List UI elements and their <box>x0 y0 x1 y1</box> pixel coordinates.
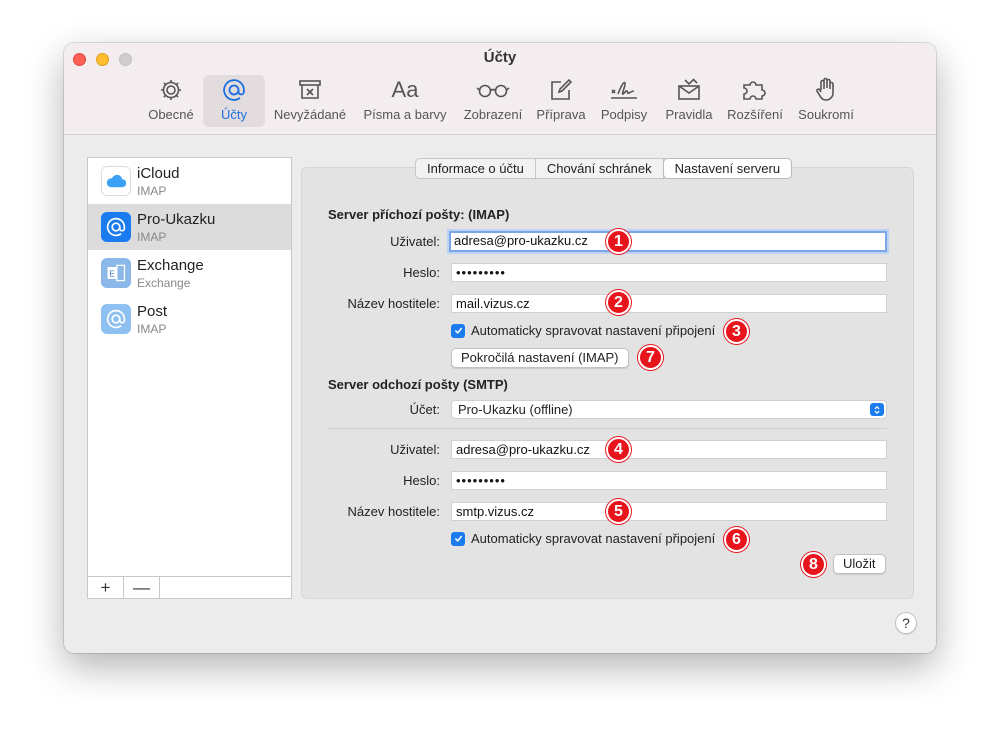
tab-bar: Informace o účtu Chování schránek Nastav… <box>415 158 793 179</box>
toolbar-item-extensions[interactable]: Rozšíření <box>724 75 786 127</box>
toolbar-item-composing[interactable]: Příprava <box>532 75 590 127</box>
at-icon <box>101 212 131 242</box>
add-account-button[interactable]: + <box>88 577 124 598</box>
incoming-password-field[interactable]: ••••••••• <box>451 263 887 282</box>
annotation-marker-2: 2 <box>606 290 631 315</box>
outgoing-auto-settings-label: Automaticky spravovat nastavení připojen… <box>471 531 716 546</box>
glasses-icon <box>476 75 510 105</box>
outgoing-password-label: Heslo: <box>403 473 440 488</box>
toolbar-label: Zobrazení <box>463 107 523 122</box>
tab-account-info[interactable]: Informace o účtu <box>416 159 536 178</box>
account-type: IMAP <box>137 184 167 198</box>
server-settings-panel: Informace o účtu Chování schránek Nastav… <box>301 158 914 599</box>
remove-account-button[interactable]: — <box>124 577 160 598</box>
signature-icon <box>609 75 639 105</box>
toolbar-item-accounts[interactable]: Účty <box>203 75 265 127</box>
toolbar-item-signatures[interactable]: Podpisy <box>594 75 654 127</box>
accounts-sidebar: iCloud IMAP Pro-Ukazku IMAP E Exchange E… <box>87 157 292 599</box>
sidebar-toolbar: + — <box>88 576 291 598</box>
window-title: Účty <box>483 49 517 66</box>
account-name: Exchange <box>137 257 204 274</box>
account-type: IMAP <box>137 230 167 244</box>
toolbar-label: Rozšíření <box>727 107 783 122</box>
outgoing-host-label: Název hostitele: <box>347 504 441 519</box>
compose-icon <box>548 75 574 105</box>
outgoing-host-field[interactable]: smtp.vizus.cz <box>451 502 887 521</box>
account-item-post[interactable]: Post IMAP <box>88 296 291 342</box>
toolbar-label: Podpisy <box>600 107 648 122</box>
outgoing-user-field[interactable]: adresa@pro-ukazku.cz <box>451 440 887 459</box>
rules-icon <box>676 75 702 105</box>
hand-icon <box>813 75 839 105</box>
checkmark-icon <box>451 323 465 338</box>
incoming-user-label: Uživatel: <box>390 234 440 249</box>
toolbar-item-junk[interactable]: Nevyžádané <box>270 75 350 127</box>
toolbar-item-fonts[interactable]: Aa Písma a barvy <box>358 75 452 127</box>
gear-icon <box>158 75 184 105</box>
outgoing-account-value: Pro-Ukazku (offline) <box>458 402 573 417</box>
incoming-password-label: Heslo: <box>403 265 440 280</box>
incoming-user-field[interactable]: adresa@pro-ukazku.cz <box>449 231 887 252</box>
account-type: Exchange <box>137 276 191 290</box>
advanced-imap-button[interactable]: Pokročilá nastavení (IMAP) <box>451 348 629 368</box>
toolbar-item-general[interactable]: Obecné <box>140 75 202 127</box>
annotation-marker-6: 6 <box>724 527 749 552</box>
toolbar-label: Účty <box>221 107 247 122</box>
section-divider <box>328 428 887 429</box>
account-item-icloud[interactable]: iCloud IMAP <box>88 158 291 204</box>
toolbar-item-viewing[interactable]: Zobrazení <box>458 75 528 127</box>
incoming-section-title: Server příchozí pošty: (IMAP) <box>328 207 510 222</box>
annotation-marker-5: 5 <box>606 499 631 524</box>
tab-mailbox-behaviors[interactable]: Chování schránek <box>536 159 664 178</box>
toolbar-label: Písma a barvy <box>363 107 447 122</box>
toolbar-label: Příprava <box>536 107 586 122</box>
at-icon <box>101 304 131 334</box>
incoming-auto-settings-label: Automaticky spravovat nastavení připojen… <box>471 323 716 338</box>
exchange-icon: E <box>101 258 131 288</box>
at-icon <box>221 75 247 105</box>
help-button[interactable]: ? <box>895 612 917 634</box>
annotation-marker-7: 7 <box>638 345 663 370</box>
account-type: IMAP <box>137 322 167 336</box>
annotation-marker-4: 4 <box>606 437 631 462</box>
checkmark-icon <box>451 531 465 546</box>
font-icon: Aa <box>391 77 419 102</box>
outgoing-account-select[interactable]: Pro-Ukazku (offline) <box>451 400 887 419</box>
icloud-icon <box>101 166 131 196</box>
incoming-host-label: Název hostitele: <box>347 296 441 311</box>
save-button[interactable]: Uložit <box>833 554 886 574</box>
puzzle-icon <box>740 75 770 105</box>
account-item-exchange[interactable]: E Exchange Exchange <box>88 250 291 296</box>
outgoing-account-label: Účet: <box>409 402 440 417</box>
chevron-updown-icon <box>870 403 884 416</box>
toolbar-label: Obecné <box>148 107 194 122</box>
toolbar-label: Pravidla <box>665 107 713 122</box>
account-name: iCloud <box>137 165 180 182</box>
svg-text:E: E <box>109 268 115 278</box>
preferences-window: Účty Obecné Účty Nevyžádané Aa Písma a b… <box>64 43 936 653</box>
outgoing-user-label: Uživatel: <box>390 442 440 457</box>
annotation-marker-1: 1 <box>606 229 631 254</box>
toolbar-item-privacy[interactable]: Soukromí <box>794 75 858 127</box>
toolbar-label: Soukromí <box>798 107 854 122</box>
toolbar-label: Nevyžádané <box>273 107 347 122</box>
account-name: Post <box>137 303 168 320</box>
outgoing-section-title: Server odchozí pošty (SMTP) <box>328 377 508 392</box>
toolbar-item-rules[interactable]: Pravidla <box>658 75 720 127</box>
tab-server-settings[interactable]: Nastavení serveru <box>663 159 792 178</box>
toolbar: Účty Obecné Účty Nevyžádané Aa Písma a b… <box>64 43 936 135</box>
incoming-host-field[interactable]: mail.vizus.cz <box>451 294 887 313</box>
account-name: Pro-Ukazku <box>137 211 216 228</box>
incoming-auto-settings-checkbox[interactable]: Automaticky spravovat nastavení připojen… <box>451 323 715 338</box>
outgoing-password-field[interactable]: ••••••••• <box>451 471 887 490</box>
account-item-pro-ukazku[interactable]: Pro-Ukazku IMAP <box>88 204 291 250</box>
annotation-marker-3: 3 <box>724 319 749 344</box>
junk-icon <box>297 75 323 105</box>
outgoing-auto-settings-checkbox[interactable]: Automaticky spravovat nastavení připojen… <box>451 531 715 546</box>
annotation-marker-8: 8 <box>801 552 826 577</box>
